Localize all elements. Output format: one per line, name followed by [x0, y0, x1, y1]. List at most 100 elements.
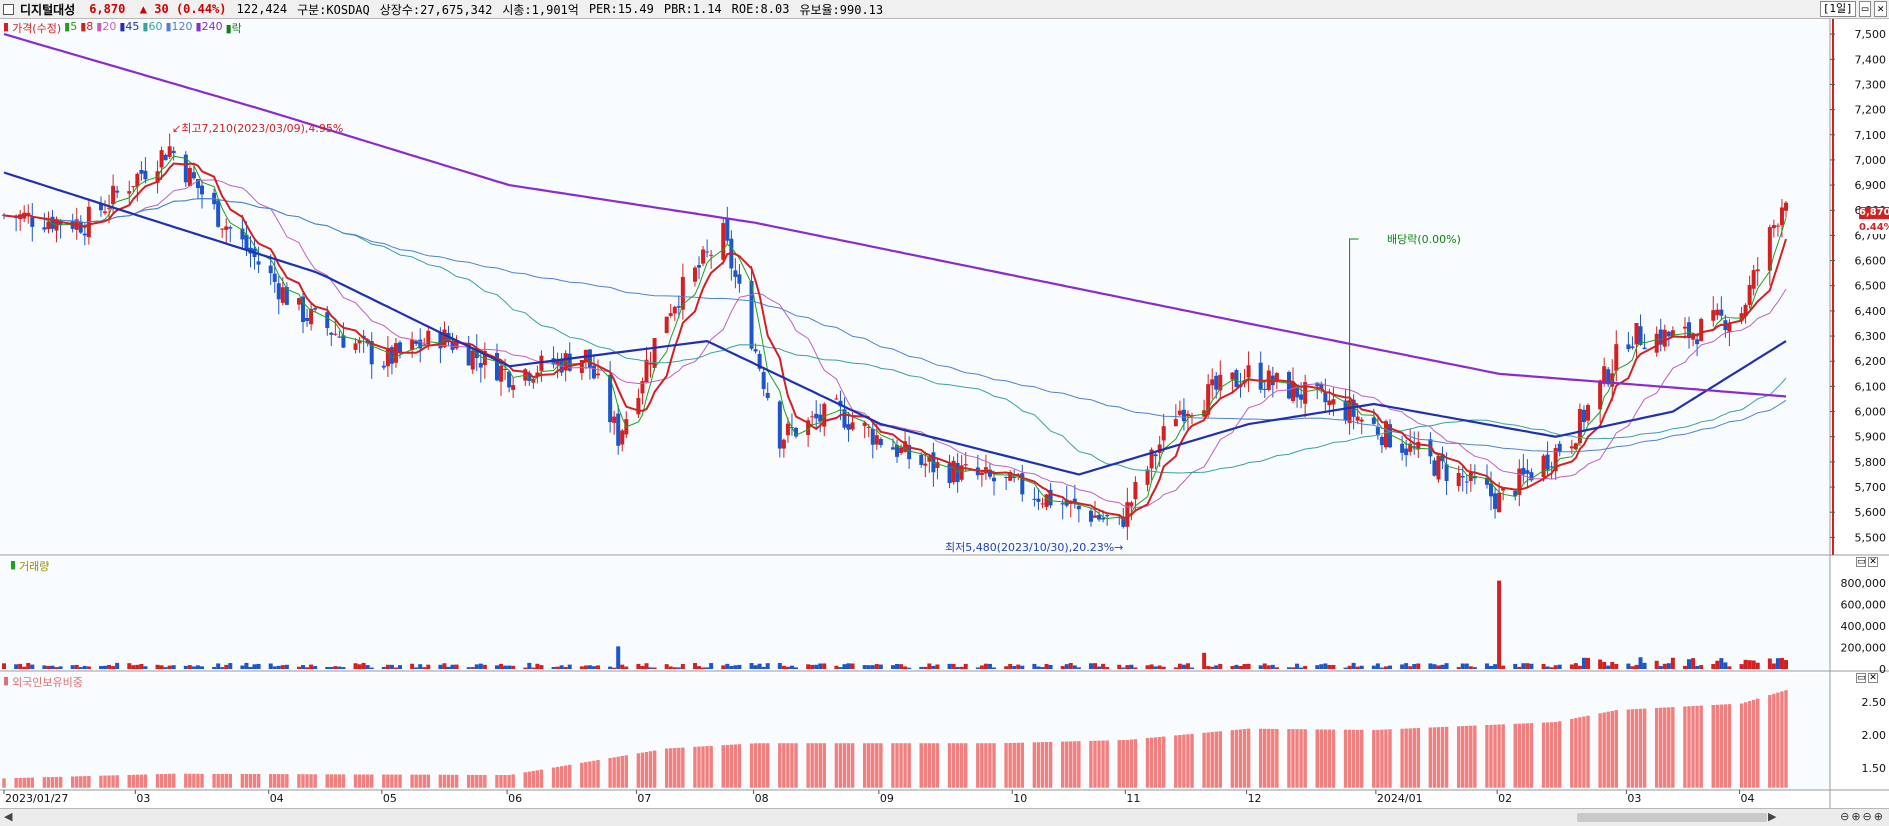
foreign-bar	[963, 742, 968, 789]
foreign-bar	[244, 773, 249, 789]
x-tick-label: 02	[1498, 792, 1512, 805]
foreign-bar	[1266, 728, 1272, 789]
foreign-bar	[248, 773, 253, 789]
foreign-bar	[951, 742, 956, 789]
foreign-bar	[781, 742, 787, 789]
volume-bar	[749, 663, 754, 669]
foreign-panel-close-icon[interactable]: ✕	[1868, 673, 1878, 683]
foreign-bar	[555, 766, 560, 789]
foreign-bar	[704, 745, 710, 789]
volume-bar	[103, 665, 108, 669]
volume-bar	[296, 666, 301, 669]
price-tick-label: 6,000	[1855, 406, 1887, 419]
volume-bar	[1044, 663, 1049, 669]
foreign-bar	[30, 777, 35, 789]
volume-bar	[1048, 664, 1053, 669]
candle-body	[442, 329, 447, 348]
volume-bar	[648, 667, 653, 669]
volume-bar	[50, 665, 55, 669]
candle-body	[979, 472, 984, 475]
volume-bar	[1133, 667, 1138, 669]
foreign-bar	[1577, 716, 1583, 789]
volume-bar	[523, 667, 528, 669]
foreign-bar	[809, 742, 815, 789]
price-tick-label: 6,100	[1855, 380, 1887, 393]
scroll-right-icon[interactable]: ▶	[1768, 810, 1776, 823]
foreign-bar	[866, 742, 871, 789]
foreign-bar	[676, 747, 682, 789]
volume-bar	[98, 666, 103, 669]
foreign-bar	[1262, 728, 1267, 789]
scroll-thumb[interactable]	[1577, 813, 1767, 822]
foreign-bar	[1743, 701, 1748, 789]
volume-bar	[1379, 667, 1384, 669]
foreign-bar	[1411, 727, 1417, 789]
foreign-bar	[1715, 704, 1720, 789]
legend-ma-1: ▮8	[80, 20, 94, 33]
candle-body	[963, 464, 968, 466]
candle-body	[1747, 284, 1752, 305]
volume-bar	[450, 664, 455, 669]
candle-body	[1630, 346, 1635, 348]
foreign-bar	[46, 776, 51, 789]
foreign-bar	[1727, 703, 1732, 789]
candle-body	[701, 249, 706, 264]
candle-body	[1784, 202, 1788, 211]
volume-bar	[705, 667, 710, 669]
candle-body	[333, 333, 338, 335]
foreign-bar	[1246, 728, 1251, 789]
volume-bar	[1004, 666, 1009, 669]
candle-body	[587, 349, 592, 368]
foreign-bar	[159, 773, 164, 789]
foreign-bar	[838, 742, 843, 789]
volume-bar	[325, 666, 330, 669]
zoom-controls-icon[interactable]: ⊖⊕⊖⊕	[1840, 810, 1885, 823]
foreign-bar	[1274, 728, 1280, 789]
candle-body	[1246, 365, 1251, 378]
foreign-bar	[1238, 728, 1243, 789]
candle-body	[878, 438, 883, 446]
foreign-bar	[1149, 737, 1154, 789]
candle-body	[709, 254, 714, 256]
foreign-bar	[567, 764, 572, 789]
candle-body	[115, 190, 120, 193]
foreign-bar	[1044, 741, 1049, 789]
foreign-tick-label: 1.50	[1862, 762, 1887, 775]
foreign-bar	[1230, 729, 1235, 789]
candle-body	[785, 423, 790, 436]
foreign-bar	[733, 743, 738, 789]
volume-panel-minimize-icon[interactable]: ▭	[1856, 557, 1866, 567]
foreign-bar	[1416, 727, 1421, 789]
volume-bar	[1016, 664, 1021, 669]
volume-panel-close-icon[interactable]: ✕	[1868, 557, 1878, 567]
foreign-panel-minimize-icon[interactable]: ▭	[1856, 673, 1866, 683]
time-scrollbar[interactable]: ◀ ▶ ⊖⊕⊖⊕	[0, 808, 1889, 826]
price-tick-label: 6,900	[1855, 179, 1887, 192]
x-tick-label: 12	[1248, 792, 1262, 805]
foreign-bar	[737, 743, 742, 789]
scroll-left-icon[interactable]: ◀	[4, 810, 12, 823]
foreign-bar	[50, 776, 55, 789]
foreign-bar	[813, 742, 819, 789]
volume-bar	[1699, 665, 1704, 669]
foreign-bar	[668, 747, 673, 789]
price-tick-label: 7,000	[1855, 154, 1887, 167]
foreign-bar	[1040, 741, 1045, 789]
volume-tick-label: 800,000	[1841, 577, 1887, 590]
foreign-bar	[1209, 731, 1215, 789]
candle-body	[1036, 498, 1041, 502]
foreign-bar	[21, 777, 27, 789]
foreign-bar	[789, 742, 795, 789]
foreign-bar	[531, 770, 536, 789]
candle-body	[1432, 460, 1437, 476]
volume-bar	[1654, 660, 1659, 669]
price-tick-label: 6,500	[1855, 280, 1887, 293]
foreign-bar	[708, 745, 714, 789]
volume-bar	[1230, 666, 1235, 669]
candle-body	[810, 416, 815, 418]
candle-body	[761, 372, 766, 389]
candle-body	[781, 439, 786, 449]
volume-bar	[1036, 666, 1041, 669]
volume-bar	[1687, 659, 1692, 669]
foreign-bar	[1121, 739, 1126, 789]
